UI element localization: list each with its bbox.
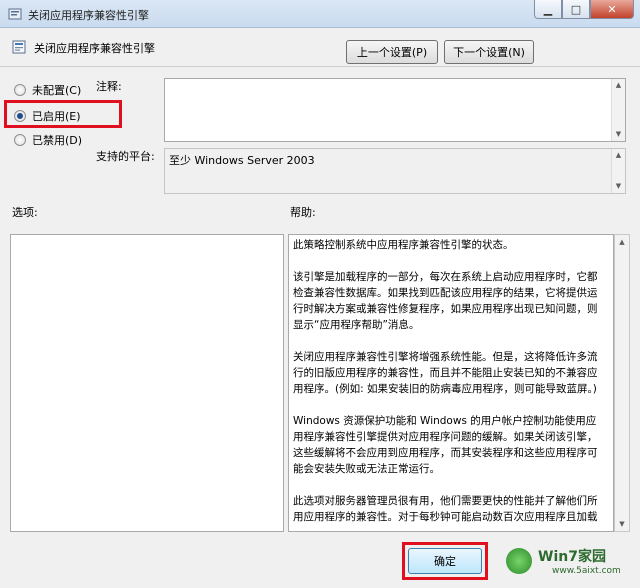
watermark-logo-icon [506, 548, 532, 574]
comment-textarea[interactable]: ▲ ▼ [164, 78, 626, 142]
help-scrollbar[interactable]: ▲ ▼ [614, 234, 630, 532]
scroll-up-icon[interactable]: ▲ [615, 235, 629, 249]
platform-field: 至少 Windows Server 2003 ▲ ▼ [164, 148, 626, 194]
previous-setting-button[interactable]: 上一个设置(P) [346, 40, 438, 64]
radio-circle [14, 84, 26, 96]
scroll-down-icon[interactable]: ▼ [612, 180, 625, 193]
minimize-button[interactable]: ▁ [534, 0, 562, 19]
annotation-highlight-ok [402, 542, 488, 580]
help-paragraph: 此策略控制系统中应用程序兼容性引擎的状态。 [293, 239, 514, 251]
comment-scrollbar[interactable]: ▲ ▼ [611, 79, 625, 141]
platform-label: 支持的平台: [96, 150, 155, 163]
help-paragraph: 该引擎是加载程序的一部分，每次在系统上启动应用程序时，它都检查兼容性数据库。如果… [293, 271, 598, 331]
platform-scrollbar[interactable]: ▲ ▼ [611, 149, 625, 193]
close-icon: ✕ [607, 2, 617, 16]
scroll-up-icon[interactable]: ▲ [612, 149, 625, 162]
title-bar: 关闭应用程序兼容性引擎 ▁ □ ✕ [0, 0, 640, 28]
comment-label: 注释: [96, 80, 122, 93]
policy-icon [8, 8, 22, 20]
watermark-url: www.5aixt.com [552, 566, 621, 576]
options-panel [10, 234, 284, 532]
help-paragraph: Windows 资源保护功能和 Windows 的用户帐户控制功能使用应用程序兼… [293, 415, 598, 475]
watermark-brand: Win7家园 [538, 549, 606, 565]
scroll-up-icon[interactable]: ▲ [612, 79, 625, 92]
watermark: Win7家园 www.5aixt.com [490, 540, 640, 588]
dialog-client: 关闭应用程序兼容性引擎 上一个设置(P) 下一个设置(N) 未配置(C) 已启用… [0, 28, 640, 588]
close-button[interactable]: ✕ [590, 0, 634, 19]
radio-label: 未配置(C) [32, 84, 82, 97]
help-paragraph: 此选项对服务器管理员很有用，他们需要更快的性能并了解他们所用应用程序的兼容性。对… [293, 495, 598, 523]
maximize-icon: □ [570, 2, 582, 16]
next-setting-button[interactable]: 下一个设置(N) [444, 40, 534, 64]
scroll-down-icon[interactable]: ▼ [615, 517, 629, 531]
radio-not-configured[interactable]: 未配置(C) [14, 82, 81, 98]
platform-value: 至少 Windows Server 2003 [169, 154, 315, 167]
options-label: 选项: [12, 206, 38, 219]
help-panel: 此策略控制系统中应用程序兼容性引擎的状态。 该引擎是加载程序的一部分，每次在系统… [288, 234, 614, 532]
maximize-button[interactable]: □ [562, 0, 590, 19]
window-title: 关闭应用程序兼容性引擎 [28, 9, 149, 22]
help-label: 帮助: [290, 206, 316, 219]
minimize-icon: ▁ [543, 2, 553, 16]
radio-label: 已禁用(D) [32, 134, 83, 147]
scroll-down-icon[interactable]: ▼ [612, 128, 625, 141]
annotation-highlight-enabled [4, 100, 122, 128]
setting-title: 关闭应用程序兼容性引擎 [34, 42, 155, 55]
radio-disabled[interactable]: 已禁用(D) [14, 132, 82, 148]
header-separator [0, 66, 640, 67]
help-paragraph: 关闭应用程序兼容性引擎将增强系统性能。但是，这将降低许多流行的旧版应用程序的兼容… [293, 351, 598, 395]
setting-icon [12, 40, 26, 54]
radio-circle [14, 134, 26, 146]
